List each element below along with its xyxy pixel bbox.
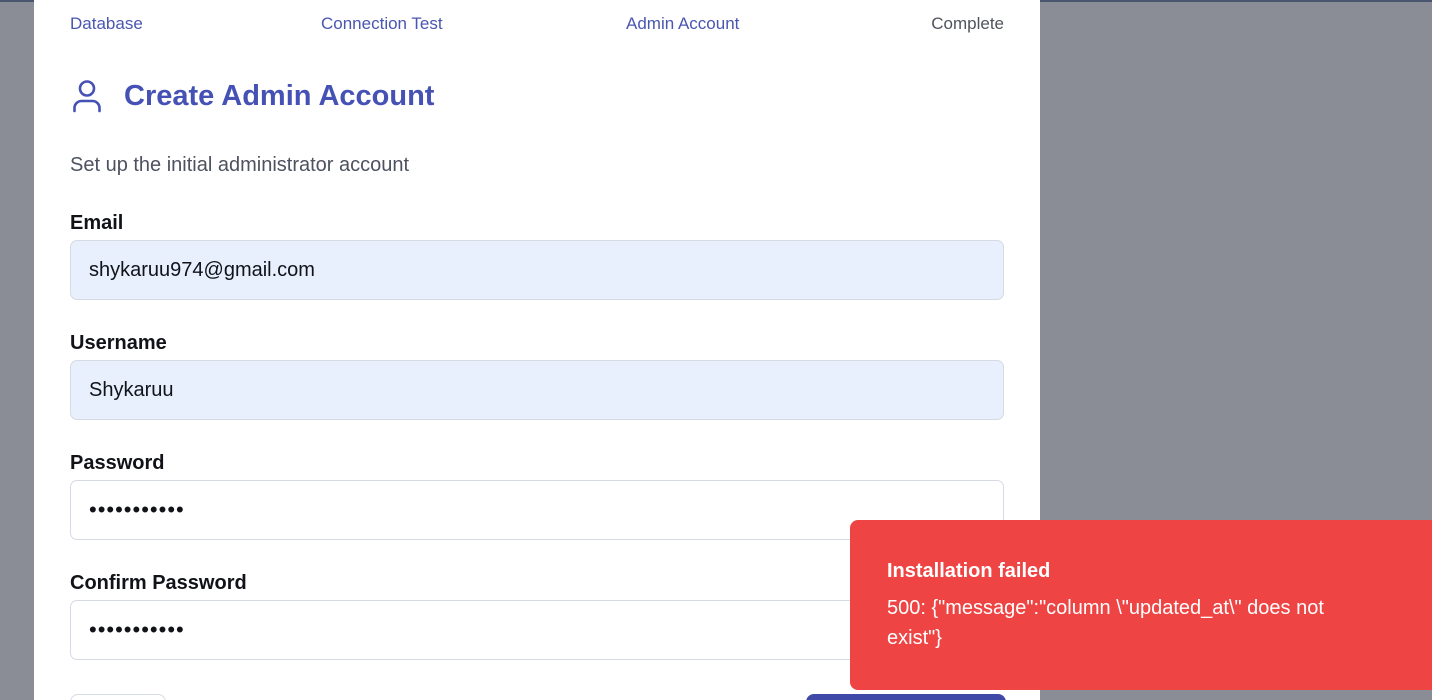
step-complete: Complete xyxy=(931,14,1004,33)
email-field[interactable] xyxy=(70,240,1004,300)
user-icon xyxy=(70,79,104,113)
confirm-password-label: Confirm Password xyxy=(70,572,247,594)
back-button[interactable] xyxy=(70,694,166,700)
email-label: Email xyxy=(70,212,124,234)
error-toast[interactable]: Installation failed 500: {"message":"col… xyxy=(850,520,1432,690)
password-label: Password xyxy=(70,452,165,474)
toast-title: Installation failed xyxy=(887,560,1051,582)
step-connection-test[interactable]: Connection Test xyxy=(321,14,443,34)
step-database[interactable]: Database xyxy=(70,14,143,34)
username-label: Username xyxy=(70,332,167,354)
page-subtitle: Set up the initial administrator account xyxy=(70,154,410,176)
page-header: Create Admin Account xyxy=(70,76,434,116)
page-title: Create Admin Account xyxy=(124,79,435,112)
toast-message: 500: {"message":"column \"updated_at\" d… xyxy=(887,597,1324,649)
wizard-steps: Database Connection Test Admin Account C… xyxy=(70,14,1004,38)
next-button[interactable] xyxy=(806,694,1006,700)
step-admin-account[interactable]: Admin Account xyxy=(626,14,739,34)
username-field[interactable] xyxy=(70,360,1004,420)
